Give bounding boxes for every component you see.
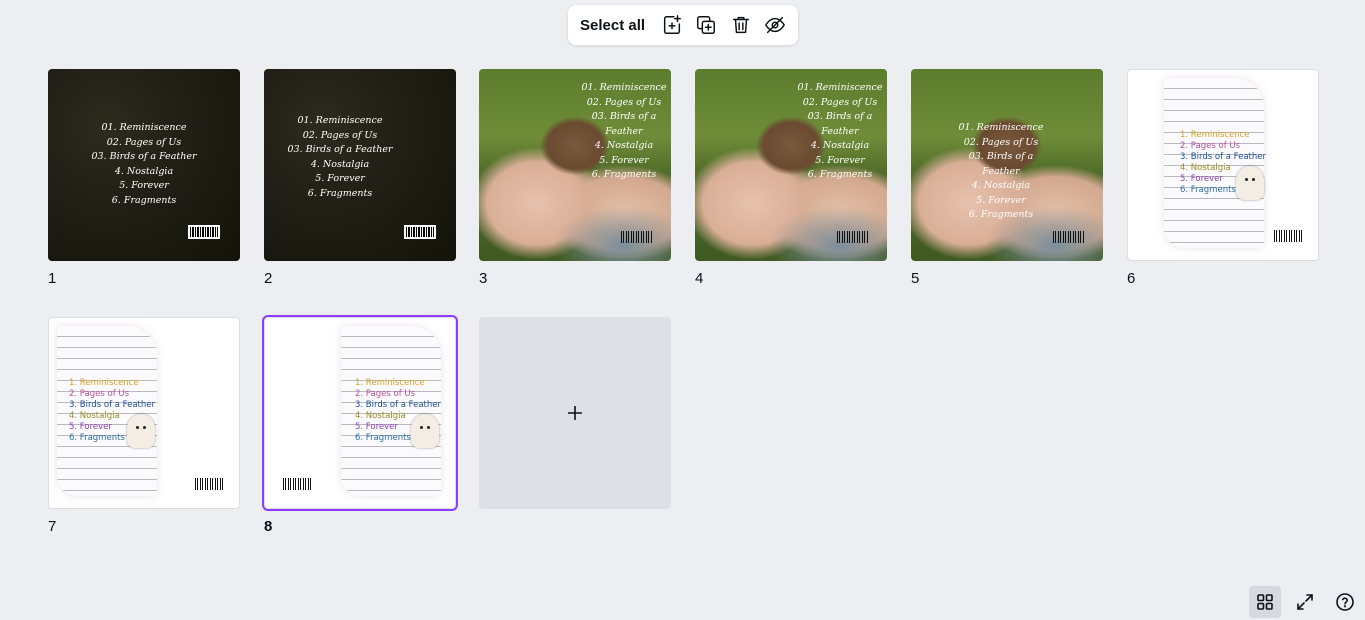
track-title: 6. Fragments [968,209,1034,220]
barcode [621,231,653,243]
plus-icon [568,406,582,420]
ghost-figure [411,414,439,448]
fullscreen-button[interactable] [1289,586,1321,618]
track-title: 01. Reminiscence [581,82,667,93]
page-preview[interactable]: 01. Reminiscence 02. Pages of Us 03. Bir… [48,69,240,261]
track-list: 01. Reminiscence 02. Pages of Us 03. Bir… [574,81,671,183]
page-thumbnail-2[interactable]: 01. Reminiscence 02. Pages of Us 03. Bir… [264,69,456,287]
track-title: 2. Pages of Us [69,389,130,399]
page-thumbnail-3[interactable]: 01. Reminiscence 02. Pages of Us 03. Bir… [479,69,671,287]
track-title: 3. Birds of a Feather [69,400,155,410]
track-title: 02. Pages of Us [302,129,378,141]
track-list: 01. Reminiscence 02. Pages of Us 03. Bir… [88,121,200,208]
track-title: 01. Reminiscence [958,122,1044,133]
help-icon [1336,593,1354,611]
page-preview[interactable]: 01. Reminiscence 02. Pages of Us 03. Bir… [264,69,456,261]
track-title: 02. Pages of Us [586,96,662,108]
track-title: 02. Pages of Us [963,136,1039,148]
track-title: 01. Reminiscence [101,122,187,133]
page-preview[interactable]: 01. Reminiscence 02. Pages of Us 03. Bir… [911,69,1103,261]
track-title: 03. Birds of a Feather [591,111,657,137]
fullscreen-icon [1297,594,1313,610]
track-title: 03. Birds of a Feather [807,111,873,137]
page-thumbnail-6[interactable]: 1. Reminiscence 2. Pages of Us 3. Birds … [1127,69,1319,287]
track-title: 01. Reminiscence [297,115,383,126]
track-title: 1. Reminiscence [355,378,425,388]
ghost-figure [1236,166,1264,200]
add-page-tile[interactable] [479,317,671,509]
track-title: 5. Forever [599,154,649,166]
track-title: 3. Birds of a Feather [1180,152,1266,162]
page-number: 6 [1127,270,1136,287]
page-number: 8 [264,518,273,535]
track-title: 5. Forever [119,180,169,191]
track-title: 6. Fragments [591,169,657,180]
track-title: 5. Forever [976,194,1026,206]
track-list: 01. Reminiscence 02. Pages of Us 03. Bir… [951,121,1051,223]
page-preview[interactable]: 1. Reminiscence 2. Pages of Us 3. Birds … [262,315,458,511]
barcode [188,225,220,239]
track-title: 4. Nostalgia [810,140,870,151]
view-controls [1249,586,1361,618]
track-list: 01. Reminiscence 02. Pages of Us 03. Bir… [284,114,396,201]
track-title: 02. Pages of Us [106,136,182,148]
page-selection-toolbar: Select all [568,5,798,45]
page-number: 3 [479,270,488,287]
barcode [195,478,223,490]
barcode [404,225,436,239]
track-title: 4. Nostalgia [114,165,174,177]
delete-page-button[interactable] [724,9,758,41]
delete-icon [732,16,749,34]
track-title: 2. Pages of Us [355,389,416,399]
track-title: 3. Birds of a Feather [355,400,441,410]
page-number: 1 [48,270,57,287]
track-title: 4. Nostalgia [971,180,1031,191]
track-title: 02. Pages of Us [802,96,878,108]
track-title: 6. Fragments [111,194,177,206]
page-number: 2 [264,270,273,287]
track-title: 4. Nostalgia [310,158,370,170]
track-title: 5. Forever [315,173,365,184]
duplicate-page-icon [697,16,716,34]
page-thumbnail-4[interactable]: 01. Reminiscence 02. Pages of Us 03. Bir… [695,69,887,287]
track-title: 1. Reminiscence [1180,130,1250,140]
grid-view-button[interactable] [1249,586,1281,618]
page-number: 7 [48,518,57,535]
ghost-figure [127,414,155,448]
page-thumbnail-5[interactable]: 01. Reminiscence 02. Pages of Us 03. Bir… [911,69,1103,287]
page-thumbnail-8[interactable]: 1. Reminiscence 2. Pages of Us 3. Birds … [262,315,458,535]
track-title: 6. Fragments [307,187,373,199]
track-title: 6. Fragments [807,169,873,180]
add-page-button[interactable] [655,9,689,41]
page-preview[interactable]: 1. Reminiscence 2. Pages of Us 3. Birds … [1127,69,1319,261]
page-thumbnail-7[interactable]: 1. Reminiscence 2. Pages of Us 3. Birds … [48,317,240,535]
page-preview[interactable]: 01. Reminiscence 02. Pages of Us 03. Bir… [695,69,887,261]
track-title: 01. Reminiscence [797,82,883,93]
track-title: 5. Forever [815,154,865,166]
track-title: 03. Birds of a Feather [91,151,197,162]
hide-icon [764,16,785,34]
track-title: 03. Birds of a Feather [287,144,393,155]
barcode [1053,231,1085,243]
duplicate-page-button[interactable] [689,9,723,41]
help-button[interactable] [1329,586,1361,618]
grid-view-icon [1257,594,1273,610]
track-title: 03. Birds of a Feather [968,151,1034,177]
page-number: 5 [911,270,920,287]
barcode [837,231,869,243]
track-title: 1. Reminiscence [69,378,139,388]
page-preview[interactable]: 01. Reminiscence 02. Pages of Us 03. Bir… [479,69,671,261]
page-thumbnail-1[interactable]: 01. Reminiscence 02. Pages of Us 03. Bir… [48,69,240,287]
barcode [283,478,311,490]
barcode [1274,230,1302,242]
select-all-button[interactable]: Select all [580,17,645,34]
track-list: 01. Reminiscence 02. Pages of Us 03. Bir… [790,81,887,183]
hide-page-button[interactable] [758,9,792,41]
track-title: 4. Nostalgia [594,140,654,151]
track-title: 2. Pages of Us [1180,141,1241,151]
add-page-icon [664,15,682,34]
page-number: 4 [695,270,704,287]
page-preview[interactable]: 1. Reminiscence 2. Pages of Us 3. Birds … [48,317,240,509]
